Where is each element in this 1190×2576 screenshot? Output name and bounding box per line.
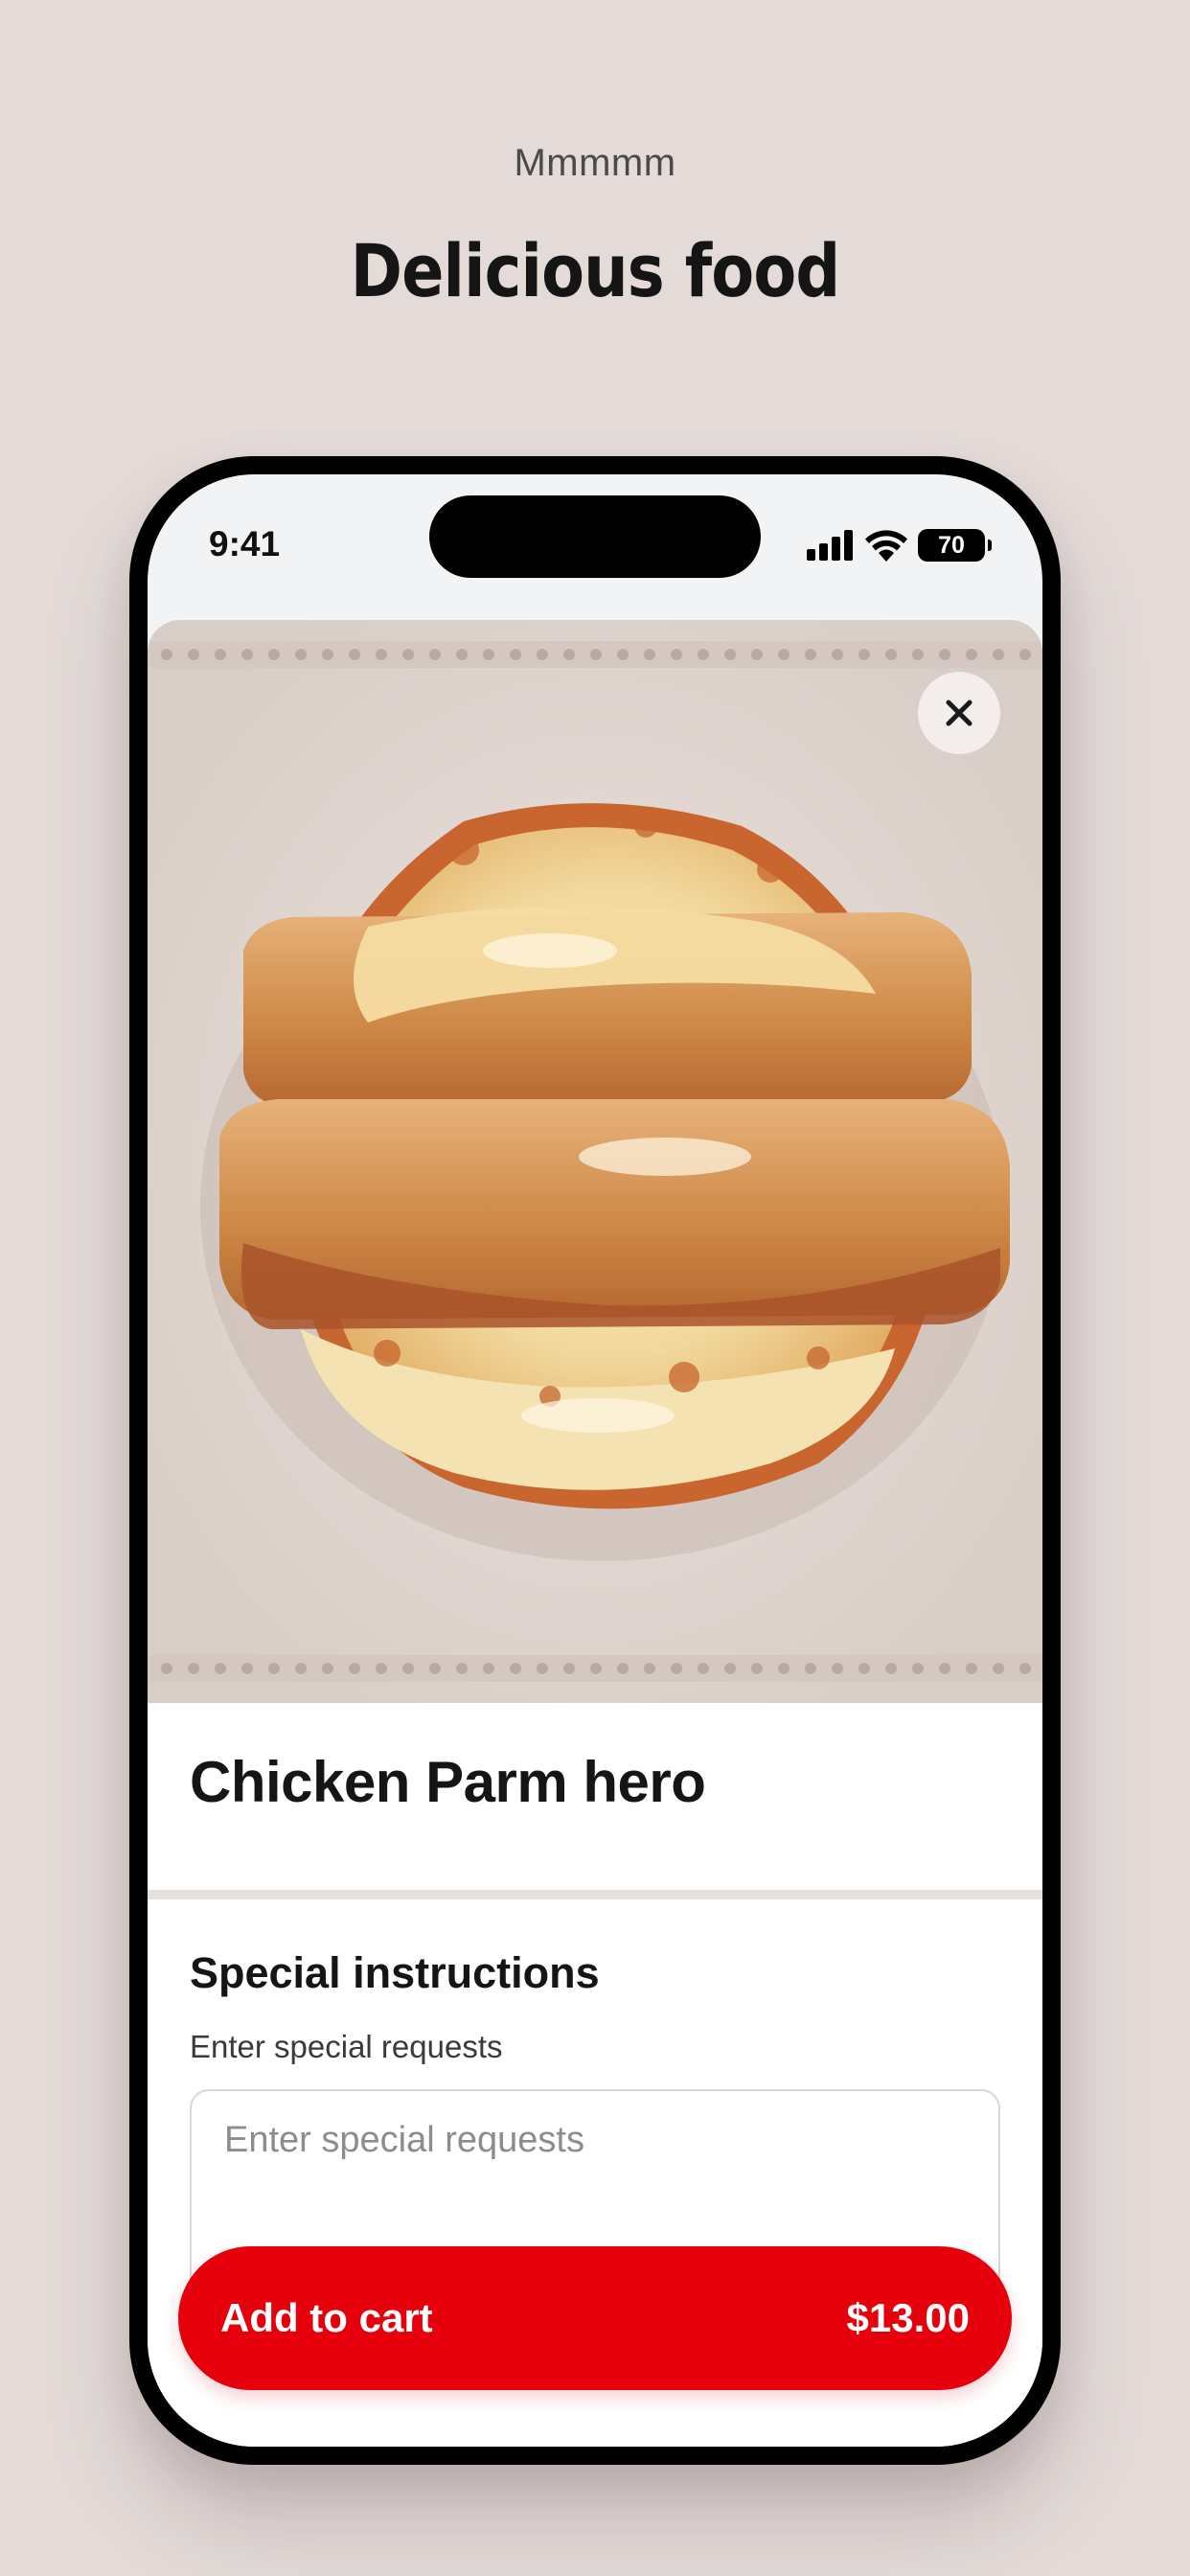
status-icons: 70 bbox=[807, 528, 992, 563]
wifi-icon bbox=[865, 530, 907, 562]
phone-frame: 9:41 70 Chicken Parm hero Special instru… bbox=[129, 456, 1061, 2465]
promo-eyebrow: Mmmmm bbox=[514, 142, 676, 184]
add-to-cart-button[interactable]: Add to cart $13.00 bbox=[178, 2246, 1012, 2390]
product-photo bbox=[148, 620, 1042, 1703]
promo-headline: Delicious food bbox=[350, 228, 840, 313]
close-icon bbox=[946, 700, 973, 726]
add-to-cart-price: $13.00 bbox=[846, 2295, 970, 2340]
add-to-cart-label: Add to cart bbox=[220, 2295, 433, 2340]
battery-icon: 70 bbox=[918, 529, 992, 562]
special-instructions-subtitle: Enter special requests bbox=[190, 2029, 503, 2064]
dynamic-island bbox=[429, 495, 761, 578]
section-divider bbox=[148, 1890, 1042, 1899]
product-image bbox=[148, 620, 1042, 1703]
signal-icon bbox=[807, 530, 853, 561]
battery-level: 70 bbox=[938, 531, 965, 559]
status-time: 9:41 bbox=[209, 524, 281, 564]
special-instructions-title: Special instructions bbox=[190, 1948, 600, 1997]
product-sheet: Chicken Parm hero Special instructions E… bbox=[148, 620, 1042, 2447]
product-name: Chicken Parm hero bbox=[190, 1750, 706, 1814]
phone-screen: 9:41 70 Chicken Parm hero Special instru… bbox=[148, 474, 1042, 2447]
close-button[interactable] bbox=[918, 672, 1000, 754]
